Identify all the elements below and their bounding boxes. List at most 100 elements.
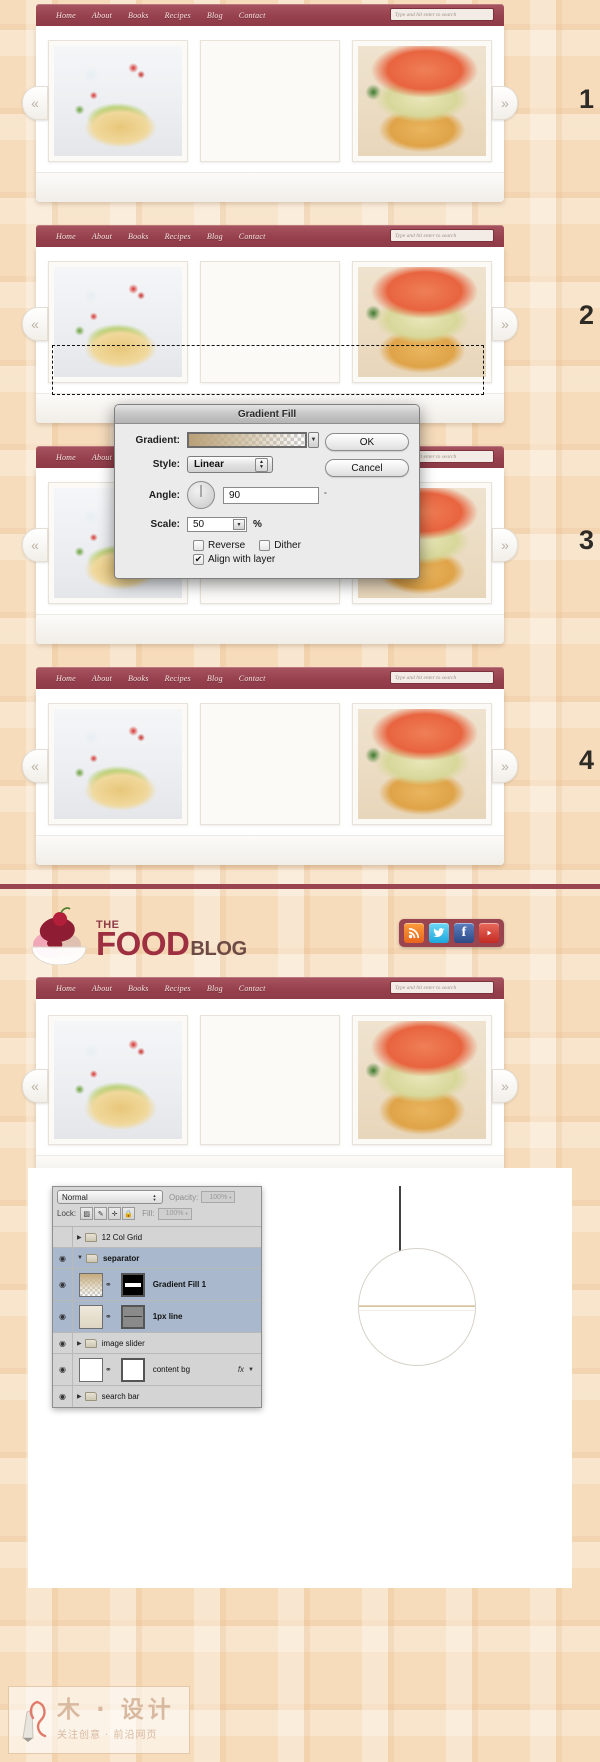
nav-link-home[interactable]: Home — [56, 984, 76, 993]
search-input[interactable]: Type and hit enter to search — [390, 981, 494, 994]
slider-prev-arrow-4[interactable]: « — [22, 749, 48, 783]
visibility-toggle-icon[interactable]: ◉ — [53, 1248, 73, 1268]
slider-thumb-3[interactable] — [352, 40, 492, 162]
layer-thumbnail[interactable] — [79, 1272, 103, 1297]
search-input[interactable]: Type and hit enter to search — [390, 671, 494, 684]
style-stepper-icon[interactable]: ▲ ▼ — [255, 458, 268, 472]
angle-input[interactable]: 90 — [223, 486, 319, 504]
expand-collapsed-icon[interactable]: ▶ — [77, 1340, 82, 1347]
blend-mode-stepper-icon[interactable]: ▲ ▼ — [150, 1192, 159, 1203]
align-with-layer-checkbox[interactable]: ✔ — [193, 554, 204, 565]
scale-dropdown-icon[interactable]: ▼ — [233, 519, 245, 530]
visibility-toggle-icon[interactable] — [53, 1227, 73, 1247]
scale-input[interactable]: 50 ▼ — [187, 517, 247, 532]
visibility-toggle-icon[interactable]: ◉ — [53, 1386, 73, 1407]
layer-row[interactable]: ◉ ▼ separator — [53, 1248, 261, 1269]
nav-link-blog[interactable]: Blog — [207, 674, 223, 683]
youtube-icon[interactable] — [479, 923, 499, 943]
layer-effects-icon[interactable]: fx — [238, 1365, 244, 1374]
slider-thumb-1[interactable] — [48, 703, 188, 825]
nav-link-home[interactable]: Home — [56, 11, 76, 20]
layer-row[interactable]: ◉ ⚭ content bg fx ▼ — [53, 1354, 261, 1386]
slider-thumb-3[interactable] — [352, 703, 492, 825]
visibility-toggle-icon[interactable]: ◉ — [53, 1269, 73, 1300]
style-select[interactable]: Linear ▲ ▼ — [187, 456, 273, 473]
nav-link-books[interactable]: Books — [128, 11, 149, 20]
layer-row[interactable]: ▶ 12 Col Grid — [53, 1227, 261, 1248]
nav-link-about[interactable]: About — [92, 984, 112, 993]
nav-link-blog[interactable]: Blog — [207, 11, 223, 20]
move-lock-icon[interactable]: ✛ — [108, 1207, 122, 1220]
search-input[interactable]: Type and hit enter to search — [390, 8, 494, 21]
layer-row[interactable]: ◉ ⚭ 1px line — [53, 1301, 261, 1333]
slider-prev-arrow-final[interactable]: « — [22, 1069, 48, 1103]
nav-link-recipes[interactable]: Recipes — [165, 984, 191, 993]
layer-mask-thumbnail[interactable] — [120, 1304, 145, 1329]
slider-next-arrow-final[interactable]: » — [492, 1069, 518, 1103]
nav-link-recipes[interactable]: Recipes — [165, 11, 191, 20]
cancel-button[interactable]: Cancel — [325, 459, 409, 477]
nav-link-about[interactable]: About — [92, 11, 112, 20]
slider-thumb-2[interactable] — [200, 703, 340, 825]
nav-link-contact[interactable]: Contact — [239, 11, 266, 20]
nav-link-about[interactable]: About — [92, 674, 112, 683]
site-logo[interactable]: THE FOOD BLOG — [28, 907, 247, 966]
nav-link-recipes[interactable]: Recipes — [165, 674, 191, 683]
transparency-lock-icon[interactable]: ▨ — [80, 1207, 94, 1220]
slider-thumb-2[interactable] — [200, 1015, 340, 1145]
nav-link-books[interactable]: Books — [128, 984, 149, 993]
nav-link-books[interactable]: Books — [128, 674, 149, 683]
visibility-toggle-icon[interactable]: ◉ — [53, 1301, 73, 1332]
nav-link-home[interactable]: Home — [56, 674, 76, 683]
nav-link-books[interactable]: Books — [128, 232, 149, 241]
gradient-dropdown-icon[interactable]: ▼ — [308, 432, 319, 448]
nav-link-contact[interactable]: Contact — [239, 232, 266, 241]
slider-prev-arrow-3[interactable]: « — [22, 528, 48, 562]
fill-dropdown-icon[interactable]: ▼ — [185, 1211, 189, 1216]
layer-mask-thumbnail[interactable] — [120, 1357, 145, 1382]
effects-expand-icon[interactable]: ▼ — [248, 1367, 254, 1373]
twitter-icon[interactable] — [429, 923, 449, 943]
slider-thumb-2[interactable] — [200, 40, 340, 162]
nav-link-home[interactable]: Home — [56, 453, 76, 462]
layer-row[interactable]: ◉ ▶ search bar — [53, 1386, 261, 1407]
layer-row[interactable]: ◉ ⚭ Gradient Fill 1 — [53, 1269, 261, 1301]
layer-row[interactable]: ◉ ▶ image slider — [53, 1333, 261, 1354]
slider-thumb-1[interactable] — [48, 40, 188, 162]
opacity-dropdown-icon[interactable]: ▼ — [228, 1195, 232, 1200]
visibility-toggle-icon[interactable]: ◉ — [53, 1333, 73, 1353]
nav-link-about[interactable]: About — [92, 232, 112, 241]
expand-collapsed-icon[interactable]: ▶ — [77, 1234, 82, 1241]
all-lock-icon[interactable]: 🔒 — [122, 1207, 136, 1220]
slider-thumb-1[interactable] — [48, 1015, 188, 1145]
nav-link-blog[interactable]: Blog — [207, 232, 223, 241]
nav-link-contact[interactable]: Contact — [239, 674, 266, 683]
expand-open-icon[interactable]: ▼ — [77, 1255, 83, 1261]
nav-link-contact[interactable]: Contact — [239, 984, 266, 993]
slider-thumb-2[interactable] — [200, 261, 340, 383]
slider-thumb-1[interactable] — [48, 261, 188, 383]
slider-prev-arrow-1[interactable]: « — [22, 86, 48, 120]
fill-field[interactable]: 100% ▼ — [157, 1207, 192, 1220]
brush-lock-icon[interactable]: ✎ — [94, 1207, 108, 1220]
link-icon[interactable]: ⚭ — [105, 1280, 112, 1289]
link-icon[interactable]: ⚭ — [105, 1365, 112, 1374]
layer-mask-thumbnail[interactable] — [120, 1272, 145, 1297]
slider-prev-arrow-2[interactable]: « — [22, 307, 48, 341]
dither-checkbox[interactable] — [259, 540, 271, 551]
ok-button[interactable]: OK — [325, 433, 409, 451]
nav-link-recipes[interactable]: Recipes — [165, 232, 191, 241]
angle-dial-control[interactable] — [187, 481, 215, 509]
nav-link-blog[interactable]: Blog — [207, 984, 223, 993]
link-icon[interactable]: ⚭ — [105, 1312, 112, 1321]
search-input[interactable]: Type and hit enter to search — [390, 229, 494, 242]
slider-thumb-3[interactable] — [352, 1015, 492, 1145]
reverse-checkbox[interactable] — [193, 540, 204, 551]
facebook-icon[interactable]: f — [454, 923, 474, 943]
visibility-toggle-icon[interactable]: ◉ — [53, 1354, 73, 1385]
slider-thumb-3[interactable] — [352, 261, 492, 383]
layer-thumbnail[interactable] — [79, 1357, 103, 1382]
expand-collapsed-icon[interactable]: ▶ — [77, 1393, 82, 1400]
nav-link-home[interactable]: Home — [56, 232, 76, 241]
layer-thumbnail[interactable] — [79, 1304, 103, 1329]
